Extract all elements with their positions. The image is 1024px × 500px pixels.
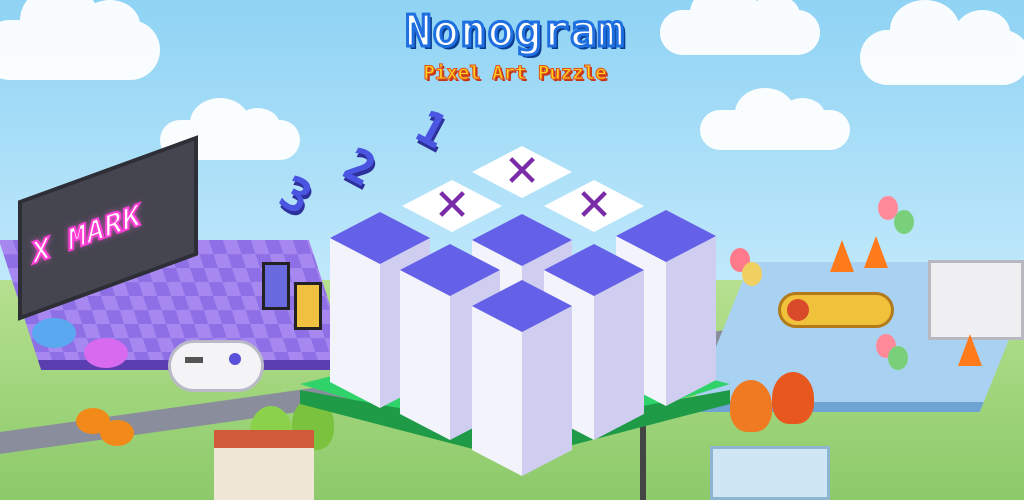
pumpkin <box>100 420 134 446</box>
cushion-pink <box>84 338 128 368</box>
house <box>214 430 314 500</box>
balloon-icon <box>888 346 908 370</box>
arcade-cabinet <box>294 282 322 330</box>
game-controller-icon <box>168 340 264 392</box>
balloon-icon <box>894 210 914 234</box>
x-mark-icon: ✕ <box>503 146 541 197</box>
hangar <box>928 260 1024 340</box>
balloon-icon <box>742 262 762 286</box>
sky-cloud <box>660 0 820 55</box>
traffic-cone-icon <box>864 236 888 268</box>
traffic-cone-icon <box>830 240 854 272</box>
game-subtitle: Pixel Art Puzzle <box>423 62 607 85</box>
marked-cell[interactable]: ✕ <box>402 180 502 232</box>
sky-cloud <box>0 0 160 80</box>
autumn-tree <box>772 372 814 424</box>
street-lamp <box>634 408 652 500</box>
building <box>710 446 830 500</box>
airplane-icon <box>778 292 894 328</box>
arcade-cabinet <box>262 262 290 310</box>
x-mark-icon: ✕ <box>575 180 613 231</box>
cushion-blue <box>32 318 76 348</box>
traffic-cone-icon <box>958 334 982 366</box>
clue-number: 1 <box>406 98 457 160</box>
clue-number: 3 <box>270 164 321 226</box>
sky-cloud <box>860 0 1024 85</box>
marked-cell[interactable]: ✕ <box>544 180 644 232</box>
autumn-tree <box>730 380 772 432</box>
clue-number: 2 <box>334 136 385 198</box>
sky-cloud <box>700 88 850 150</box>
game-title: Nonogram <box>404 5 626 59</box>
x-mark-icon: ✕ <box>433 180 471 231</box>
